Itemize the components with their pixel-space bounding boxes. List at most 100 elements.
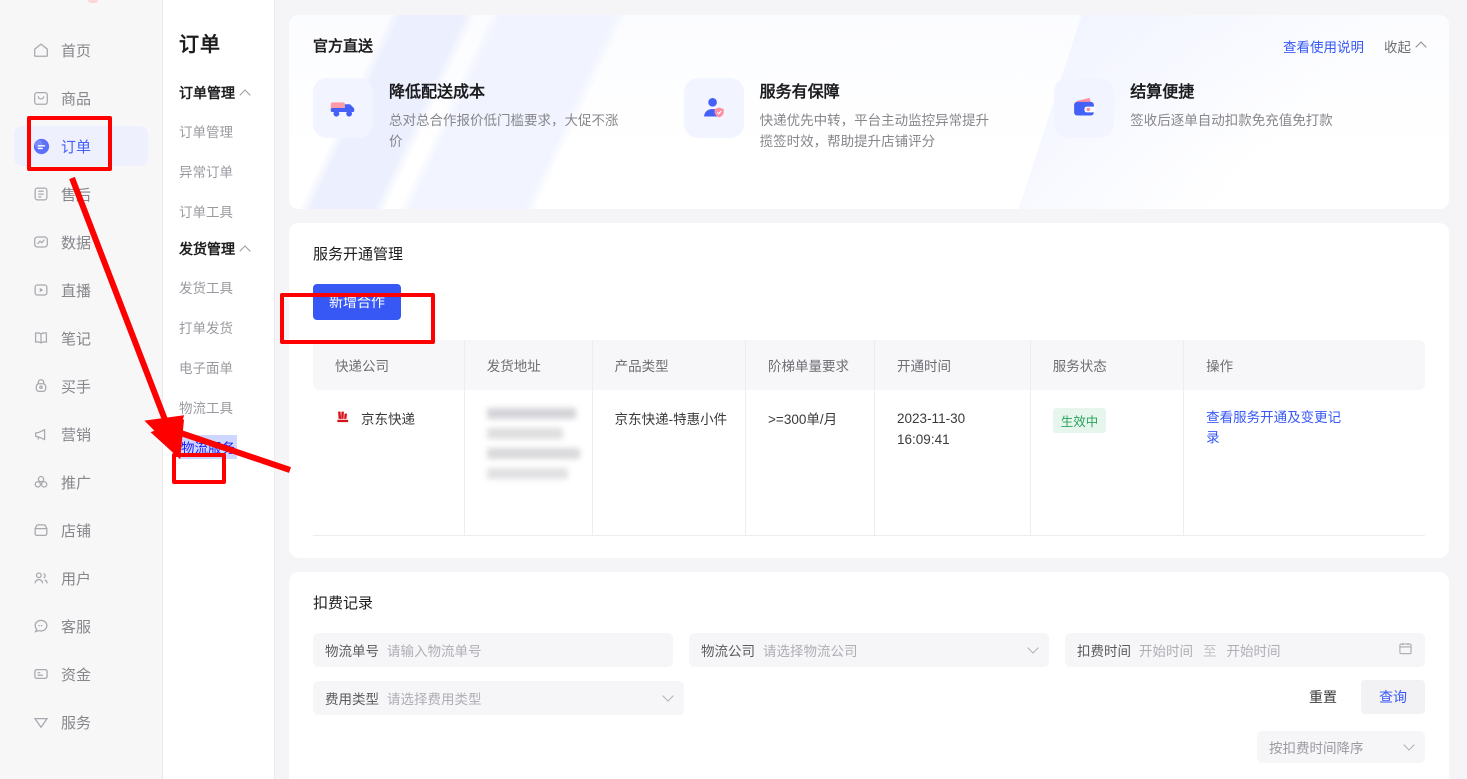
- sidebar-item-notes[interactable]: 笔记: [14, 318, 148, 358]
- subnav-group-shipping-management[interactable]: 发货管理: [163, 231, 274, 267]
- reset-button[interactable]: 重置: [1295, 680, 1351, 714]
- service-icon: [32, 617, 50, 635]
- subnav-item-logistics-tools[interactable]: 物流工具: [163, 387, 274, 427]
- sidebar-item-orders[interactable]: 订单: [14, 126, 148, 166]
- app-root: 首页 商品 订单 售后 数据 直播 笔记 买手: [0, 0, 1467, 779]
- fee-record-card: 扣费记录 物流单号 请输入物流单号 物流公司 请选择物流公司 扣费时间 开始时间…: [289, 572, 1449, 779]
- feature-card-cost: 降低配送成本 总对总合作报价低门槛要求，大促不涨价: [313, 78, 684, 152]
- subnav-item-e-waybill[interactable]: 电子面单: [163, 347, 274, 387]
- feature-title: 降低配送成本: [389, 78, 629, 102]
- cell-open-time: 2023-11-30 16:09:41: [875, 390, 1031, 535]
- sidebar-item-label: 数据: [61, 232, 91, 253]
- fee-type-select[interactable]: 费用类型 请选择费用类型: [313, 681, 684, 715]
- feature-desc: 快递优先中转，平台主动监控异常提升揽签时效，帮助提升店铺评分: [760, 110, 1000, 152]
- filter-actions: 重置 查询: [1295, 680, 1425, 714]
- sidebar-item-customer-service[interactable]: 客服: [14, 606, 148, 646]
- wallet-icon: [1054, 78, 1114, 138]
- feature-card-service: 服务有保障 快递优先中转，平台主动监控异常提升揽签时效，帮助提升店铺评分: [684, 78, 1055, 152]
- live-icon: [32, 281, 50, 299]
- buyer-icon: [32, 377, 50, 395]
- column-header-open-time: 开通时间: [875, 340, 1031, 390]
- sidebar-item-label: 直播: [61, 280, 91, 301]
- sidebar-item-label: 客服: [61, 616, 91, 637]
- sidebar-item-label: 商品: [61, 88, 91, 109]
- subnav-item-shipping-tools[interactable]: 发货工具: [163, 267, 274, 307]
- cut-off-decoration: [88, 0, 98, 3]
- logistics-company-select[interactable]: 物流公司 请选择物流公司: [689, 633, 1049, 667]
- chevron-down-icon: [662, 690, 673, 701]
- order-icon: [32, 137, 50, 155]
- subnav-item-logistics-service[interactable]: 物流服务: [179, 435, 237, 459]
- sidebar-item-products[interactable]: 商品: [14, 78, 148, 118]
- add-cooperation-button[interactable]: 新增合作: [313, 284, 401, 320]
- sidebar-item-home[interactable]: 首页: [14, 30, 148, 70]
- cell-carrier: 京东快递: [313, 390, 464, 535]
- sidebar-item-shop[interactable]: 店铺: [14, 510, 148, 550]
- service-section-title: 服务开通管理: [313, 243, 1425, 264]
- subnav-group-label: 发货管理: [179, 239, 235, 259]
- fee-time-start-placeholder: 开始时间: [1139, 640, 1193, 660]
- service-table-head: 快递公司 发货地址 产品类型 阶梯单量要求 开通时间 服务状态 操作: [313, 340, 1425, 390]
- banner-actions: 查看使用说明 收起: [1283, 36, 1425, 56]
- sidebar-item-label: 服务: [61, 712, 91, 733]
- sort-select[interactable]: 按扣费时间降序: [1257, 731, 1425, 763]
- sidebar-item-services[interactable]: 服务: [14, 702, 148, 742]
- fee-time-label: 扣费时间: [1077, 640, 1131, 660]
- subnav-item-print-ship[interactable]: 打单发货: [163, 307, 274, 347]
- column-header-carrier: 快递公司: [313, 340, 464, 390]
- chevron-up-icon: [239, 89, 250, 100]
- sidebar-item-data[interactable]: 数据: [14, 222, 148, 262]
- wallet-icon: [32, 665, 50, 683]
- aftersale-icon: [32, 185, 50, 203]
- waybill-input[interactable]: 物流单号 请输入物流单号: [313, 633, 673, 667]
- sidebar-item-funds[interactable]: 资金: [14, 654, 148, 694]
- sidebar-item-buyer[interactable]: 买手: [14, 366, 148, 406]
- users-icon: [32, 569, 50, 587]
- sidebar-item-marketing[interactable]: 营销: [14, 414, 148, 454]
- sort-row: 按扣费时间降序: [313, 731, 1425, 763]
- note-icon: [32, 329, 50, 347]
- fee-time-range-picker[interactable]: 扣费时间 开始时间 至 开始时间: [1065, 633, 1425, 667]
- service-table-body: 京东快递 京东快递-特惠小件 >=300单/月: [313, 390, 1425, 535]
- view-guide-link[interactable]: 查看使用说明: [1283, 36, 1364, 56]
- query-button[interactable]: 查询: [1361, 680, 1425, 714]
- banner-header: 官方直送 查看使用说明 收起: [313, 35, 1425, 56]
- secondary-sidebar: 订单 订单管理 订单管理 异常订单 订单工具 发货管理 发货工具 打单发货 电子…: [163, 0, 275, 779]
- fee-time-end-placeholder: 开始时间: [1227, 640, 1281, 660]
- primary-sidebar: 首页 商品 订单 售后 数据 直播 笔记 买手: [0, 0, 163, 779]
- fee-section-title: 扣费记录: [313, 592, 1425, 613]
- chevron-down-icon: [1403, 739, 1414, 750]
- subnav-item-order-tools[interactable]: 订单工具: [163, 191, 274, 231]
- feature-desc: 签收后逐单自动扣款免充值免打款: [1130, 110, 1333, 131]
- subnav-item-order-management[interactable]: 订单管理: [163, 111, 274, 151]
- promote-icon: [32, 473, 50, 491]
- sidebar-item-label: 用户: [61, 568, 91, 589]
- column-header-tier: 阶梯单量要求: [746, 340, 875, 390]
- cell-product-type: 京东快递-特惠小件: [592, 390, 745, 535]
- sidebar-item-promotion[interactable]: 推广: [14, 462, 148, 502]
- collapse-label: 收起: [1384, 36, 1411, 56]
- fee-type-placeholder: 请选择费用类型: [387, 688, 482, 708]
- filter-row-1: 物流单号 请输入物流单号 物流公司 请选择物流公司 扣费时间 开始时间 至 开始…: [313, 633, 1425, 667]
- logistics-company-label: 物流公司: [701, 640, 755, 660]
- feature-text: 服务有保障 快递优先中转，平台主动监控异常提升揽签时效，帮助提升店铺评分: [760, 78, 1000, 152]
- sort-value: 按扣费时间降序: [1269, 737, 1364, 757]
- sidebar-item-live[interactable]: 直播: [14, 270, 148, 310]
- sidebar-item-label: 推广: [61, 472, 91, 493]
- cell-actions: 查看服务开通及变更记录: [1184, 390, 1425, 535]
- feature-title: 服务有保障: [760, 78, 1000, 102]
- sidebar-item-users[interactable]: 用户: [14, 558, 148, 598]
- sidebar-item-aftersale[interactable]: 售后: [14, 174, 148, 214]
- sidebar-item-label: 笔记: [61, 328, 91, 349]
- column-header-actions: 操作: [1184, 340, 1425, 390]
- sidebar-item-label: 首页: [61, 40, 91, 61]
- subnav-group-order-management[interactable]: 订单管理: [163, 75, 274, 111]
- subnav-item-abnormal-orders[interactable]: 异常订单: [163, 151, 274, 191]
- column-header-product-type: 产品类型: [592, 340, 745, 390]
- sidebar-item-label: 店铺: [61, 520, 91, 541]
- view-records-link[interactable]: 查看服务开通及变更记录: [1206, 408, 1346, 448]
- truck-icon: [313, 78, 373, 138]
- collapse-button[interactable]: 收起: [1384, 36, 1425, 56]
- cell-address: [464, 390, 592, 535]
- subnav-group-label: 订单管理: [179, 83, 235, 103]
